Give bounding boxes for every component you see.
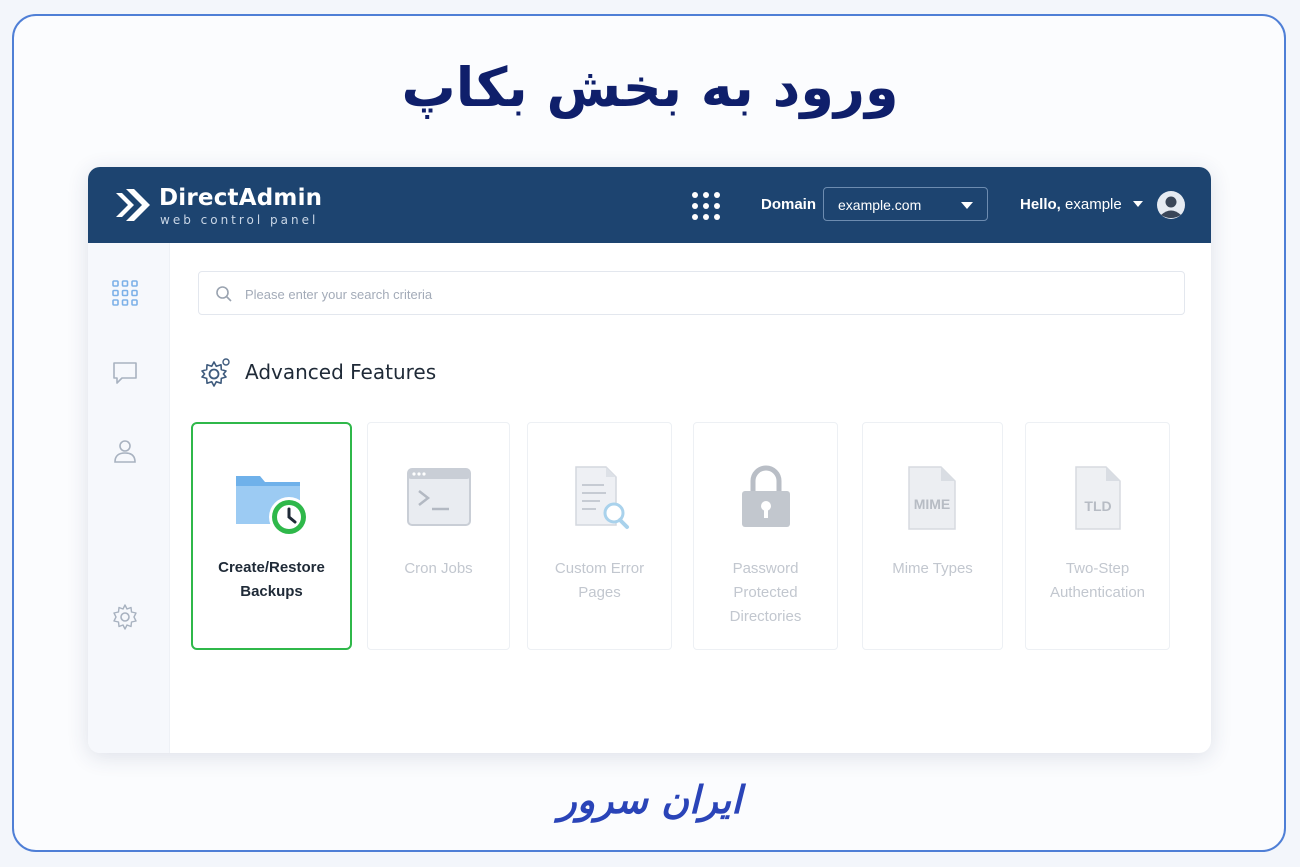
grid-icon[interactable] bbox=[111, 279, 139, 307]
card-two-step-authentication[interactable]: TLD Two-Step Authentication bbox=[1025, 422, 1170, 650]
page-headline: ورود به بخش بکاپ bbox=[401, 56, 899, 119]
search-box bbox=[198, 271, 1185, 316]
user-icon[interactable] bbox=[111, 437, 139, 465]
settings-icon[interactable] bbox=[111, 603, 139, 631]
card-create-restore-backups[interactable]: Create/Restore Backups bbox=[191, 422, 352, 650]
directadmin-logo-icon bbox=[116, 189, 150, 221]
domain-label: Domain bbox=[761, 196, 817, 213]
user-menu[interactable]: Hello, example bbox=[1020, 196, 1143, 213]
gear-icon bbox=[201, 358, 230, 387]
domain-select[interactable]: example.com bbox=[823, 187, 988, 221]
card-custom-error-pages[interactable]: Custom Error Pages bbox=[527, 422, 672, 650]
card-label: Password Protected Directories bbox=[729, 560, 802, 625]
logo-subtitle: web control panel bbox=[160, 213, 319, 227]
tld-file-icon: TLD bbox=[1074, 466, 1121, 530]
section-title: Advanced Features bbox=[245, 360, 437, 384]
domain-value: example.com bbox=[838, 197, 922, 213]
card-label: Create/Restore Backups bbox=[218, 559, 325, 600]
directadmin-window: DirectAdmin web control panel Domain exa… bbox=[88, 167, 1211, 753]
search-input[interactable] bbox=[243, 272, 1147, 316]
card-cron-jobs[interactable]: Cron Jobs bbox=[367, 422, 510, 650]
svg-text:TLD: TLD bbox=[1084, 498, 1111, 514]
card-label: Mime Types bbox=[892, 560, 973, 577]
svg-text:MIME: MIME bbox=[913, 496, 950, 512]
mime-file-icon: MIME bbox=[907, 466, 956, 530]
chevron-down-icon bbox=[961, 202, 973, 209]
card-mime-types[interactable]: MIME Mime Types bbox=[862, 422, 1003, 650]
top-bar: DirectAdmin web control panel Domain exa… bbox=[88, 167, 1211, 243]
hello-label: Hello, bbox=[1020, 196, 1061, 213]
padlock-icon bbox=[741, 465, 790, 527]
chat-icon[interactable] bbox=[111, 359, 139, 387]
brand-logo-text: ایران سرور bbox=[558, 778, 742, 822]
terminal-window-icon bbox=[406, 468, 471, 526]
username: example bbox=[1065, 196, 1122, 213]
card-label: Custom Error Pages bbox=[554, 560, 645, 601]
card-label: Two-Step Authentication bbox=[1049, 560, 1146, 601]
document-search-icon bbox=[574, 466, 629, 529]
logo-name: DirectAdmin bbox=[159, 185, 323, 211]
card-password-protected-directories[interactable]: Password Protected Directories bbox=[693, 422, 838, 650]
backup-folder-icon bbox=[235, 476, 309, 537]
caret-down-icon bbox=[1132, 201, 1143, 207]
card-label: Cron Jobs bbox=[404, 560, 473, 577]
grid-dots-icon[interactable] bbox=[691, 191, 721, 221]
search-icon bbox=[216, 286, 232, 302]
user-avatar-icon[interactable] bbox=[1156, 190, 1186, 220]
sidebar bbox=[88, 243, 170, 753]
